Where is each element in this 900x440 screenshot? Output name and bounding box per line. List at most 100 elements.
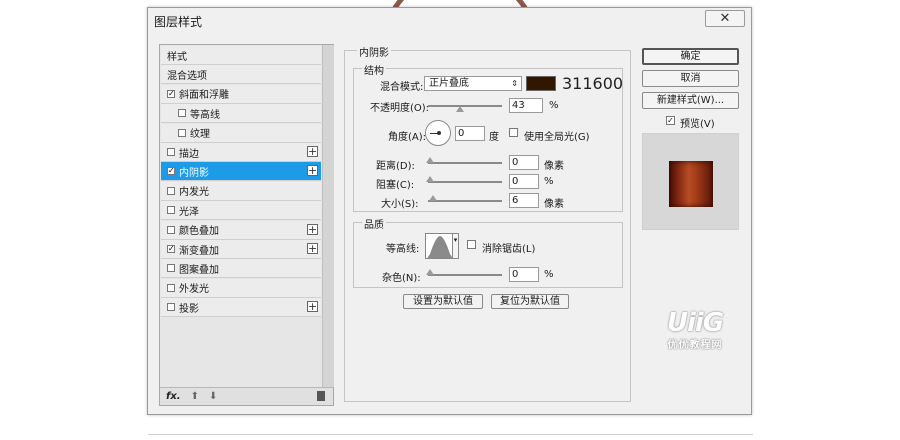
style-item[interactable]: 内发光 xyxy=(161,181,321,201)
style-item[interactable]: 样式 xyxy=(161,46,321,65)
style-item-label: 内阴影 xyxy=(179,167,209,179)
style-item-checkbox[interactable] xyxy=(178,109,186,118)
style-item-label: 颜色叠加 xyxy=(179,226,219,238)
style-item-checkbox[interactable]: ✓ xyxy=(167,167,175,176)
style-item[interactable]: 等高线 xyxy=(161,104,321,124)
style-item-checkbox[interactable] xyxy=(167,283,175,292)
size-slider[interactable] xyxy=(428,200,502,202)
opacity-input[interactable]: 43 xyxy=(509,98,543,113)
style-item[interactable]: 图案叠加 xyxy=(161,259,321,279)
inner-shadow-title: 内阴影 xyxy=(357,44,391,59)
watermark-logo: UiiG xyxy=(666,308,724,338)
ok-button[interactable]: 确定 xyxy=(642,48,739,65)
contour-label: 等高线: xyxy=(386,244,420,255)
preview-label: 预览(V) xyxy=(680,119,715,130)
structure-legend: 结构 xyxy=(362,62,386,77)
dropdown-arrow-icon: ⇕ xyxy=(511,79,518,88)
set-default-button[interactable]: 设置为默认值 xyxy=(403,294,483,309)
style-item-checkbox[interactable] xyxy=(167,264,175,273)
style-item[interactable]: 描边 + xyxy=(161,143,321,162)
global-light-label: 使用全局光(G) xyxy=(524,132,590,143)
style-item-checkbox[interactable] xyxy=(178,128,186,137)
size-label: 大小(S): xyxy=(381,199,419,210)
angle-label: 角度(A): xyxy=(388,132,427,143)
style-item-checkbox[interactable]: ✓ xyxy=(167,89,175,98)
style-item[interactable]: 投影 + xyxy=(161,298,321,318)
add-effect-icon[interactable]: + xyxy=(307,243,318,254)
style-item-checkbox[interactable] xyxy=(167,186,175,195)
style-item-label: 外发光 xyxy=(179,284,209,296)
size-unit: 像素 xyxy=(544,199,564,210)
blend-mode-select[interactable]: 正片叠底 ⇕ xyxy=(424,76,522,91)
distance-slider[interactable] xyxy=(428,162,502,164)
close-button[interactable]: ✕ xyxy=(705,10,745,27)
shadow-color-swatch[interactable] xyxy=(526,76,556,91)
style-item[interactable]: ✓ 内阴影 + xyxy=(161,162,321,182)
add-effect-icon[interactable]: + xyxy=(307,301,318,313)
quality-group: 品质 等高线: ▾ 消除锯齿(L) 杂色(N): 0 % xyxy=(353,216,623,288)
fx-icon[interactable]: fx. xyxy=(166,391,181,402)
style-preview xyxy=(642,133,739,230)
noise-input[interactable]: 0 xyxy=(509,267,539,282)
styles-scrollbar[interactable] xyxy=(322,45,334,387)
style-item[interactable]: 外发光 xyxy=(161,278,321,298)
anti-alias-checkbox[interactable] xyxy=(467,240,476,249)
size-slider-thumb[interactable] xyxy=(429,195,437,201)
style-item-label: 混合选项 xyxy=(167,70,207,82)
style-item-checkbox[interactable] xyxy=(167,303,175,312)
angle-input[interactable]: 0 xyxy=(455,126,485,141)
style-item[interactable]: ✓ 渐变叠加 + xyxy=(161,240,321,259)
layer-style-dialog: 图层样式 ✕ 样式 混合选项 ✓ 斜面和浮雕 等高线 纹理 描边 + ✓ 内阴影 + 内发光 光泽 颜色叠… xyxy=(147,7,752,415)
opacity-slider[interactable] xyxy=(428,105,502,107)
distance-slider-thumb[interactable] xyxy=(426,157,434,163)
add-effect-icon[interactable]: + xyxy=(307,223,318,235)
choke-slider[interactable] xyxy=(428,181,502,183)
style-item-checkbox[interactable] xyxy=(167,225,175,234)
reset-default-button[interactable]: 复位为默认值 xyxy=(491,294,569,309)
quality-legend: 品质 xyxy=(362,216,386,231)
contour-dropdown-arrow-icon[interactable]: ▾ xyxy=(452,233,459,259)
preview-checkbox[interactable]: ✓ xyxy=(666,116,675,125)
anti-alias-label: 消除锯齿(L) xyxy=(482,244,536,255)
add-effect-icon[interactable]: + xyxy=(307,165,318,177)
style-item-label: 投影 xyxy=(179,303,199,315)
structure-group: 结构 混合模式: 正片叠底 ⇕ 311600 不透明度(O): 43 % 角度(… xyxy=(353,62,623,212)
noise-slider-thumb[interactable] xyxy=(426,269,434,275)
trash-icon[interactable] xyxy=(317,391,325,401)
opacity-label: 不透明度(O): xyxy=(370,103,430,114)
blend-mode-value: 正片叠底 xyxy=(429,78,469,89)
style-item[interactable]: 混合选项 xyxy=(161,65,321,85)
size-input[interactable]: 6 xyxy=(509,193,539,208)
style-item-label: 内发光 xyxy=(179,187,209,199)
style-item-checkbox[interactable] xyxy=(167,206,175,215)
choke-slider-thumb[interactable] xyxy=(426,176,434,182)
noise-slider[interactable] xyxy=(428,274,502,276)
style-item[interactable]: 颜色叠加 + xyxy=(161,220,321,240)
style-item-label: 样式 xyxy=(167,51,187,63)
global-light-checkbox[interactable] xyxy=(509,128,518,137)
watermark-text: 优优教程网 xyxy=(667,340,723,351)
opacity-slider-thumb[interactable] xyxy=(455,106,464,112)
new-style-button[interactable]: 新建样式(W)... xyxy=(642,92,739,109)
styles-footer: fx. ⬆ ⬇ xyxy=(160,387,333,405)
style-item[interactable]: 光泽 xyxy=(161,201,321,221)
site-watermark: UiiG 优优教程网 xyxy=(655,310,735,351)
background-divider xyxy=(148,434,753,435)
preview-swatch xyxy=(669,161,713,207)
style-item-label: 斜面和浮雕 xyxy=(179,90,229,102)
angle-dial[interactable] xyxy=(425,120,451,146)
style-item[interactable]: ✓ 斜面和浮雕 xyxy=(161,84,321,104)
add-effect-icon[interactable]: + xyxy=(307,146,318,157)
contour-picker[interactable] xyxy=(425,233,453,259)
cancel-button[interactable]: 取消 xyxy=(642,70,739,87)
choke-input[interactable]: 0 xyxy=(509,174,539,189)
distance-input[interactable]: 0 xyxy=(509,155,539,170)
style-item[interactable]: 纹理 xyxy=(161,123,321,143)
style-item-label: 等高线 xyxy=(190,109,220,121)
style-item-checkbox[interactable] xyxy=(167,148,175,156)
noise-unit: % xyxy=(544,269,554,280)
style-item-checkbox[interactable]: ✓ xyxy=(167,245,175,253)
move-down-icon[interactable]: ⬇ xyxy=(209,391,217,402)
blend-mode-label: 混合模式: xyxy=(380,82,424,93)
move-up-icon[interactable]: ⬆ xyxy=(191,391,199,402)
